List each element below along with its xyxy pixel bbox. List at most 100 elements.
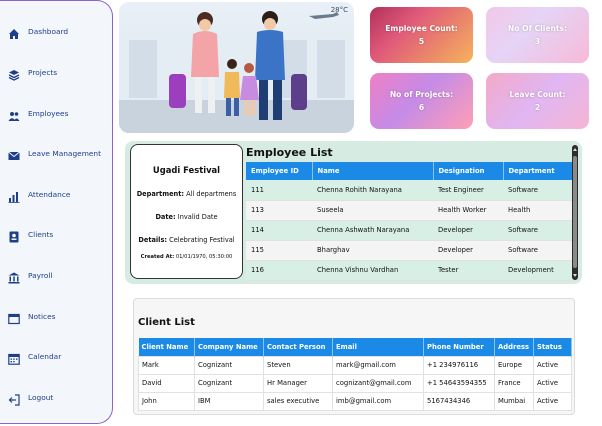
table-row[interactable]: 111 Chenna Rohith Narayana Test Engineer… [246, 180, 573, 201]
festival-department: Department: All departmens [131, 190, 242, 198]
column-header[interactable]: Contact Person [263, 338, 333, 356]
sidebar-item-label: Leave Management [28, 148, 102, 158]
column-header[interactable]: Client Name [138, 338, 195, 356]
table-cell: Tester [433, 260, 503, 281]
table-row[interactable]: 115 Bharghav Developer Software [246, 240, 573, 261]
festival-employee-panel: Ugadi Festival Department: All departmen… [125, 141, 582, 284]
projects-count-card[interactable]: No of Projects: 6 [370, 73, 473, 129]
table-row[interactable]: John IBM sales executive imb@gmail.com 5… [138, 391, 572, 411]
window-icon [8, 310, 20, 325]
stat-label: Employee Count: [385, 24, 458, 33]
sidebar-item-leave-management[interactable]: Leave Management [8, 144, 101, 162]
details-value: Celebrating Festival [169, 236, 235, 244]
table-cell: Active [533, 373, 572, 393]
festival-created: Created At: 01/01/1970, 05:30:00 [131, 254, 242, 260]
table-cell: David [138, 373, 195, 393]
home-icon [8, 25, 20, 39]
table-cell: Software [503, 180, 573, 201]
scroll-down-icon[interactable] [573, 274, 577, 277]
column-header[interactable]: Status [533, 338, 572, 356]
scrollbar-thumb[interactable] [573, 156, 577, 268]
table-cell: Chenna Rohith Narayana [312, 180, 433, 201]
created-label: Created At: [140, 254, 175, 260]
sidebar-item-label: Notices [28, 311, 56, 321]
column-header[interactable]: Address [494, 338, 534, 356]
table-cell: Test Engineer [433, 180, 503, 201]
scroll-up-icon[interactable] [573, 148, 577, 151]
table-cell: John [138, 391, 195, 411]
table-row[interactable]: 114 Chenna Ashwath Narayana Developer So… [246, 220, 573, 241]
stat-value: 2 [534, 103, 541, 112]
sidebar-item-dashboard[interactable]: Dashboard [8, 22, 68, 40]
client-list-title: Client List [138, 317, 195, 328]
table-cell: +1 54643594355 [423, 373, 495, 393]
table-cell: Active [533, 355, 572, 375]
calendar-icon [8, 350, 20, 365]
table-row[interactable]: 113 Suseela Health Worker Health [246, 200, 573, 221]
sidebar: Dashboard Projects Employees Leave Manag… [0, 0, 113, 424]
date-value: Invalid Date [177, 213, 218, 221]
department-value: All departmens [186, 190, 237, 198]
sidebar-item-logout[interactable]: Logout [8, 388, 53, 406]
table-cell: IBM [194, 391, 264, 411]
bank-icon [8, 269, 20, 284]
illustration-art [119, 11, 354, 133]
layers-icon [8, 66, 20, 81]
festival-title: Ugadi Festival [152, 165, 221, 175]
sidebar-item-calendar[interactable]: Calendar [8, 347, 61, 365]
travel-family-illustration: 28°C [119, 2, 354, 133]
table-cell: Development [503, 260, 573, 281]
table-cell: 114 [246, 220, 312, 241]
column-header[interactable]: Department [503, 162, 573, 180]
logout-icon [8, 391, 20, 406]
date-label: Date: [155, 213, 176, 221]
table-cell: 111 [246, 180, 312, 201]
column-header[interactable]: Phone Number [423, 338, 495, 356]
festival-card: Ugadi Festival Department: All departmen… [130, 144, 243, 279]
table-cell: sales executive [263, 391, 333, 411]
column-header[interactable]: Designation [433, 162, 504, 180]
leave-count-card[interactable]: Leave Count: 2 [486, 73, 589, 129]
created-value: 01/01/1970, 05:30:00 [175, 254, 233, 260]
column-header[interactable]: Name [312, 162, 434, 180]
employee-list-scrollbar[interactable] [572, 145, 578, 280]
table-cell: 116 [246, 260, 312, 281]
stat-value: 5 [418, 37, 425, 46]
sidebar-item-attendance[interactable]: Attendance [8, 185, 70, 203]
sidebar-item-payroll[interactable]: Payroll [8, 266, 53, 284]
sidebar-item-label: Employees [28, 108, 69, 118]
employee-list-title: Employee List [246, 146, 333, 159]
sidebar-item-label: Calendar [28, 351, 62, 361]
sidebar-item-label: Projects [28, 67, 58, 77]
column-header[interactable]: Employee ID [246, 162, 313, 180]
table-cell: Developer [433, 220, 503, 241]
column-header[interactable]: Email [332, 338, 424, 356]
sidebar-item-projects[interactable]: Projects [8, 63, 57, 81]
table-cell: cognizant@gmail.com [332, 373, 424, 393]
sidebar-item-clients[interactable]: Clients [8, 225, 53, 243]
client-table: Client Name Company Name Contact Person … [138, 338, 572, 411]
table-cell: Hr Manager [263, 373, 333, 393]
table-cell: Software [503, 220, 573, 241]
table-cell: mark@gmail.com [332, 355, 424, 375]
table-cell: 115 [246, 240, 312, 261]
table-cell: Mark [138, 355, 195, 375]
festival-date: Date: Invalid Date [131, 213, 242, 221]
sidebar-item-label: Payroll [28, 270, 53, 280]
users-icon [8, 107, 20, 121]
clients-count-card[interactable]: No Of Clients: 3 [486, 7, 589, 63]
table-row[interactable]: David Cognizant Hr Manager cognizant@gma… [138, 373, 572, 393]
employee-count-card[interactable]: Employee Count: 5 [370, 7, 473, 63]
table-cell: Cognizant [194, 373, 264, 393]
table-row[interactable]: Mark Cognizant Steven mark@gmail.com +1 … [138, 355, 572, 375]
stat-value: 6 [418, 103, 425, 112]
table-cell: +1 234976116 [423, 355, 495, 375]
envelope-icon [8, 147, 20, 160]
table-row[interactable]: 116 Chenna Vishnu Vardhan Tester Develop… [246, 260, 573, 281]
sidebar-item-notices[interactable]: Notices [8, 307, 55, 325]
sidebar-item-label: Attendance [28, 189, 71, 199]
department-label: Department: [136, 190, 185, 198]
sidebar-item-employees[interactable]: Employees [8, 104, 68, 122]
stat-label: Leave Count: [509, 90, 566, 99]
column-header[interactable]: Company Name [194, 338, 264, 356]
